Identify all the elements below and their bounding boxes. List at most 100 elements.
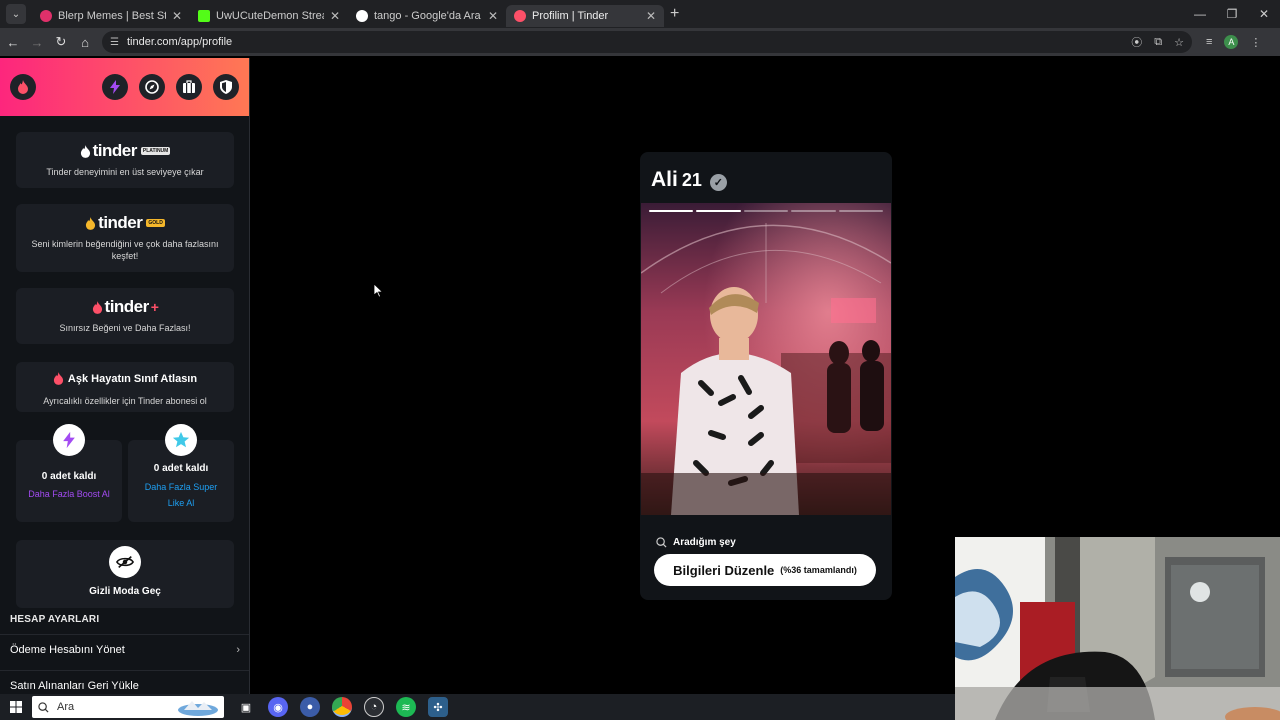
tab-kick-stream[interactable]: UwUCuteDemon Stream - Watc ✕ xyxy=(190,5,348,27)
gold-badge: GOLD xyxy=(146,219,165,227)
plus-card[interactable]: tinder + Sınırsız Beğeni ve Daha Fazlası… xyxy=(16,288,234,344)
buy-superlike-link[interactable]: Daha Fazla Super Like Al xyxy=(128,479,234,511)
buy-boost-link[interactable]: Daha Fazla Boost Al xyxy=(16,486,122,502)
boost-count: 0 adet kaldı xyxy=(41,471,97,482)
restore-purchases-row[interactable]: Satın Alınanları Geri Yükle xyxy=(0,670,249,694)
mouse-cursor-icon xyxy=(374,284,383,298)
tinder-flame-icon xyxy=(80,144,90,158)
start-button[interactable] xyxy=(0,701,32,713)
tinder-flame-icon xyxy=(18,80,28,94)
reading-list-icon[interactable]: ≡ xyxy=(1206,36,1212,48)
looking-for-label: Aradığım şey xyxy=(673,537,736,548)
looking-for-row: Aradığım şey xyxy=(656,537,736,548)
manage-payment-row[interactable]: Ödeme Hesabını Yönet › xyxy=(0,634,249,664)
search-icon xyxy=(38,701,49,713)
shop-button[interactable] xyxy=(176,74,202,100)
gold-description: Seni kimlerin beğendiğini ve çok daha fa… xyxy=(31,238,219,261)
incognito-card[interactable]: Gizli Moda Geç xyxy=(16,540,234,608)
logo-text: tinder xyxy=(92,141,138,160)
home-icon[interactable]: ⌂ xyxy=(74,35,96,50)
close-tab-icon[interactable]: ✕ xyxy=(330,9,340,23)
webcam-overlay xyxy=(955,537,1280,720)
discord-icon[interactable]: ◉ xyxy=(268,697,288,717)
minimize-icon[interactable]: — xyxy=(1184,0,1216,28)
tinder-favicon-icon xyxy=(514,10,526,22)
profile-photo[interactable] xyxy=(641,203,891,515)
google-favicon-icon xyxy=(356,10,368,22)
gold-card[interactable]: tinder GOLD Seni kimlerin beğendiğini ve… xyxy=(16,204,234,272)
kick-favicon-icon xyxy=(198,10,210,22)
close-tab-icon[interactable]: ✕ xyxy=(646,9,656,23)
edit-info-button[interactable]: Bilgileri Düzenle (%36 tamamlandı) xyxy=(654,554,876,586)
photo-indicator[interactable] xyxy=(743,210,789,212)
my-profile-button[interactable] xyxy=(10,74,36,100)
photo-indicator[interactable] xyxy=(838,210,884,212)
browser-tab-bar: ⌄ Blerp Memes | Best Streamer So ✕ UwUCu… xyxy=(0,0,1280,28)
chrome-icon[interactable] xyxy=(332,697,352,717)
obs-icon[interactable]: ◔ xyxy=(364,697,384,717)
photo-indicator[interactable] xyxy=(791,210,836,212)
compass-icon xyxy=(145,80,159,94)
spotify-icon[interactable]: ≋ xyxy=(396,697,416,717)
account-settings-heading: HESAP AYARLARI xyxy=(10,614,100,625)
tab-search-button[interactable]: ⌄ xyxy=(6,4,26,24)
window-controls: — ❐ ✕ xyxy=(1184,0,1280,28)
tab-google-search[interactable]: tango - Google'da Ara ✕ xyxy=(348,5,506,27)
superlike-icon-circle xyxy=(165,424,197,456)
profile-card: Ali 21 ✓ Aradığım şey Bilgileri Düzenle … xyxy=(640,152,892,600)
incognito-icon-circle xyxy=(109,546,141,578)
lightning-icon xyxy=(110,80,120,94)
safety-button[interactable] xyxy=(213,74,239,100)
tab-title: Blerp Memes | Best Streamer So xyxy=(58,10,166,22)
menu-label: Satın Alınanları Geri Yükle xyxy=(10,679,139,692)
taskbar-search-placeholder: Ara xyxy=(57,701,75,713)
forward-icon[interactable]: → xyxy=(26,35,48,50)
tinder-plus-logo: tinder + xyxy=(92,297,159,317)
tinder-gold-logo: tinder GOLD xyxy=(85,213,165,233)
address-bar[interactable]: ☰ tinder.com/app/profile ⦿ ⧉ ☆ xyxy=(102,31,1192,53)
bookmark-star-icon[interactable]: ☆ xyxy=(1174,36,1184,49)
close-tab-icon[interactable]: ✕ xyxy=(172,9,182,23)
new-tab-button[interactable]: + xyxy=(670,5,679,23)
menu-label: Ödeme Hesabını Yönet xyxy=(10,643,125,656)
taskbar-search-box[interactable]: Ara xyxy=(32,696,224,718)
boost-icon-circle xyxy=(53,424,85,456)
explore-button[interactable] xyxy=(139,74,165,100)
url-text: tinder.com/app/profile xyxy=(126,36,233,48)
platinum-card[interactable]: tinder PLATINUM Tinder deneyimini en üst… xyxy=(16,132,234,188)
tab-blerp[interactable]: Blerp Memes | Best Streamer So ✕ xyxy=(32,5,190,27)
star-icon xyxy=(172,431,190,448)
install-app-icon[interactable]: ⧉ xyxy=(1154,36,1162,49)
app-circle-icon[interactable]: ● xyxy=(300,697,320,717)
upgrade-title: Aşk Hayatın Sınıf Atlasın xyxy=(67,372,198,385)
logo-text: tinder xyxy=(98,213,143,232)
upgrade-card[interactable]: Aşk Hayatın Sınıf Atlasın Ayrıcalıklı öz… xyxy=(16,362,234,412)
windows-taskbar: Ara ▣ ◉ ● ◔ ≋ ✣ xyxy=(0,694,955,720)
profile-completion: (%36 tamamlandı) xyxy=(780,565,857,575)
network-app-icon[interactable]: ✣ xyxy=(428,697,448,717)
lightning-icon xyxy=(63,431,75,449)
close-window-icon[interactable]: ✕ xyxy=(1248,0,1280,28)
task-view-icon[interactable]: ▣ xyxy=(236,697,256,717)
tab-tinder-profile[interactable]: Profilim | Tinder ✕ xyxy=(506,5,664,27)
photo-indicator[interactable] xyxy=(696,210,741,212)
back-icon[interactable]: ← xyxy=(2,35,24,50)
boost-button[interactable] xyxy=(102,74,128,100)
photo-indicator[interactable] xyxy=(649,210,694,212)
site-info-icon[interactable]: ☰ xyxy=(110,37,119,48)
upgrade-title-row: Aşk Hayatın Sınıf Atlasın xyxy=(53,372,197,385)
restore-icon[interactable]: ❐ xyxy=(1216,0,1248,28)
platinum-badge: PLATINUM xyxy=(140,147,171,155)
tinder-flame-icon xyxy=(86,216,96,230)
profile-avatar[interactable]: A xyxy=(1224,35,1239,49)
location-icon[interactable]: ⦿ xyxy=(1131,34,1142,50)
menu-kebab-icon[interactable]: ⋮ xyxy=(1250,36,1261,49)
briefcase-icon xyxy=(183,80,195,93)
tab-title: Profilim | Tinder xyxy=(532,10,609,22)
incognito-label: Gizli Moda Geç xyxy=(89,586,161,597)
eye-hidden-icon xyxy=(116,555,134,569)
close-tab-icon[interactable]: ✕ xyxy=(488,9,498,23)
search-icon xyxy=(656,537,667,548)
profile-name: Ali xyxy=(651,168,678,191)
reload-icon[interactable]: ↻ xyxy=(50,34,72,50)
